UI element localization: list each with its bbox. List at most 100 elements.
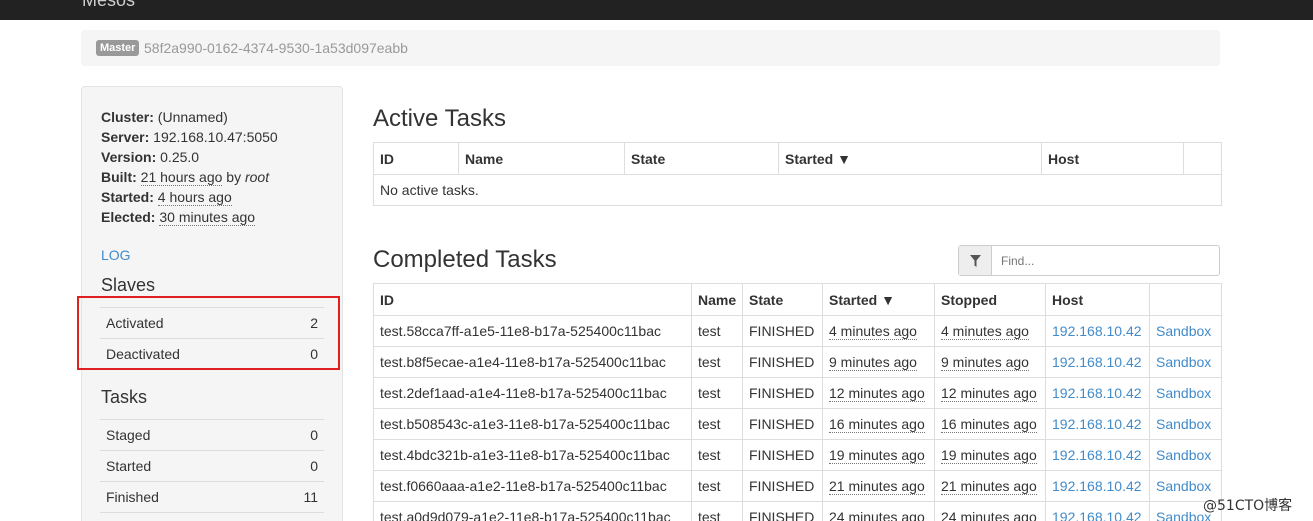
slaves-heading: Slaves (101, 275, 156, 295)
version-value: 0.25.0 (160, 149, 200, 165)
completed-tasks-heading: Completed Tasks (373, 246, 557, 273)
task-host: 192.168.10.42 (1045, 377, 1150, 409)
built-user: root (244, 169, 270, 185)
server-label: Server: (101, 129, 150, 145)
task-started-value: 12 minutes ago (829, 385, 925, 402)
task-id: test.4bdc321b-a1e3-11e8-b17a-525400c11ba… (373, 439, 692, 471)
col-state[interactable]: State (742, 283, 823, 316)
task-stopped-value: 24 minutes ago (941, 509, 1037, 521)
built-by: by (226, 169, 242, 185)
task-sandbox: Sandbox (1149, 315, 1222, 347)
task-started-value: 24 minutes ago (829, 509, 925, 521)
table-row: test.58cca7ff-a1e5-11e8-b17a-525400c11ba… (373, 315, 1222, 347)
task-id: test.b8f5ecae-a1e4-11e8-b17a-525400c11ba… (373, 346, 692, 378)
host-link[interactable]: 192.168.10.42 (1052, 385, 1142, 401)
tasks-list: Staged 0 Started 0 Finished 11 (100, 419, 324, 521)
server-value: 192.168.10.47:5050 (153, 129, 278, 145)
tasks-finished-label: Finished (106, 489, 159, 505)
task-host: 192.168.10.42 (1045, 315, 1150, 347)
started-row: Started: 4 hours ago (101, 187, 278, 207)
master-breadcrumb: Master 58f2a990-0162-4374-9530-1a53d097e… (81, 30, 1220, 66)
task-started: 24 minutes ago (822, 501, 935, 521)
task-host: 192.168.10.42 (1045, 346, 1150, 378)
col-sandbox (1149, 283, 1222, 316)
cluster-value: (Unnamed) (157, 109, 228, 125)
table-row: test.a0d9d079-a1e2-11e8-b17a-525400c11ba… (373, 501, 1222, 521)
task-name: test (691, 439, 743, 471)
host-link[interactable]: 192.168.10.42 (1052, 509, 1142, 521)
elected-value: 30 minutes ago (159, 209, 256, 226)
task-filter (958, 245, 1220, 276)
task-started-value: 21 minutes ago (829, 478, 925, 495)
list-item (100, 512, 324, 521)
task-id: test.2def1aad-a1e4-11e8-b17a-525400c11ba… (373, 377, 692, 409)
task-stopped-value: 21 minutes ago (941, 478, 1037, 495)
task-stopped: 21 minutes ago (934, 470, 1046, 502)
find-input[interactable] (995, 249, 1215, 272)
sandbox-link[interactable]: Sandbox (1156, 478, 1211, 494)
task-host: 192.168.10.42 (1045, 470, 1150, 502)
sandbox-link[interactable]: Sandbox (1156, 447, 1211, 463)
version-row: Version: 0.25.0 (101, 147, 278, 167)
col-stopped[interactable]: Stopped (934, 283, 1046, 316)
host-link[interactable]: 192.168.10.42 (1052, 478, 1142, 494)
host-link[interactable]: 192.168.10.42 (1052, 323, 1142, 339)
task-state: FINISHED (742, 346, 823, 378)
task-state: FINISHED (742, 377, 823, 409)
slaves-highlight-annotation (77, 296, 340, 370)
col-state[interactable]: State (624, 142, 779, 175)
task-started-value: 9 minutes ago (829, 354, 917, 371)
col-started[interactable]: Started ▼ (778, 142, 1042, 175)
sandbox-link[interactable]: Sandbox (1156, 385, 1211, 401)
col-started[interactable]: Started ▼ (822, 283, 935, 316)
col-host[interactable]: Host (1045, 283, 1150, 316)
task-started: 21 minutes ago (822, 470, 935, 502)
host-link[interactable]: 192.168.10.42 (1052, 354, 1142, 370)
tasks-finished-count: 11 (303, 489, 318, 505)
host-link[interactable]: 192.168.10.42 (1052, 447, 1142, 463)
version-label: Version: (101, 149, 157, 165)
col-id[interactable]: ID (373, 142, 459, 175)
col-host[interactable]: Host (1041, 142, 1184, 175)
log-link[interactable]: LOG (101, 247, 131, 263)
cluster-label: Cluster: (101, 109, 154, 125)
task-state: FINISHED (742, 501, 823, 521)
task-stopped-value: 19 minutes ago (941, 447, 1037, 464)
table-header-row: ID Name State Started ▼ Host (373, 142, 1222, 175)
sandbox-link[interactable]: Sandbox (1156, 323, 1211, 339)
started-value: 4 hours ago (157, 189, 232, 206)
host-link[interactable]: 192.168.10.42 (1052, 416, 1142, 432)
started-label: Started: (101, 189, 154, 205)
master-badge: Master (96, 40, 140, 56)
task-id: test.58cca7ff-a1e5-11e8-b17a-525400c11ba… (373, 315, 692, 347)
list-item: Started 0 (100, 450, 324, 481)
master-id: 58f2a990-0162-4374-9530-1a53d097eabb (144, 40, 408, 56)
task-started: 9 minutes ago (822, 346, 935, 378)
brand-logo[interactable]: Mesos (82, 0, 135, 11)
task-name: test (691, 470, 743, 502)
col-name[interactable]: Name (458, 142, 625, 175)
task-sandbox: Sandbox (1149, 346, 1222, 378)
task-stopped: 12 minutes ago (934, 377, 1046, 409)
sandbox-link[interactable]: Sandbox (1156, 416, 1211, 432)
built-value: 21 hours ago (140, 169, 223, 186)
tasks-staged-count: 0 (310, 427, 318, 443)
col-name[interactable]: Name (691, 283, 743, 316)
task-name: test (691, 501, 743, 521)
filter-icon[interactable] (959, 246, 992, 275)
task-host: 192.168.10.42 (1045, 439, 1150, 471)
built-label: Built: (101, 169, 137, 185)
task-name: test (691, 408, 743, 440)
col-id[interactable]: ID (373, 283, 692, 316)
sandbox-link[interactable]: Sandbox (1156, 354, 1211, 370)
task-id: test.b508543c-a1e3-11e8-b17a-525400c11ba… (373, 408, 692, 440)
active-tasks-table: ID Name State Started ▼ Host No active t… (373, 142, 1222, 206)
task-stopped: 24 minutes ago (934, 501, 1046, 521)
task-started: 12 minutes ago (822, 377, 935, 409)
empty-message: No active tasks. (373, 174, 1222, 206)
built-row: Built: 21 hours ago by root (101, 167, 278, 187)
task-started-value: 4 minutes ago (829, 323, 917, 340)
task-sandbox: Sandbox (1149, 439, 1222, 471)
task-stopped-value: 9 minutes ago (941, 354, 1029, 371)
task-stopped-value: 16 minutes ago (941, 416, 1037, 433)
